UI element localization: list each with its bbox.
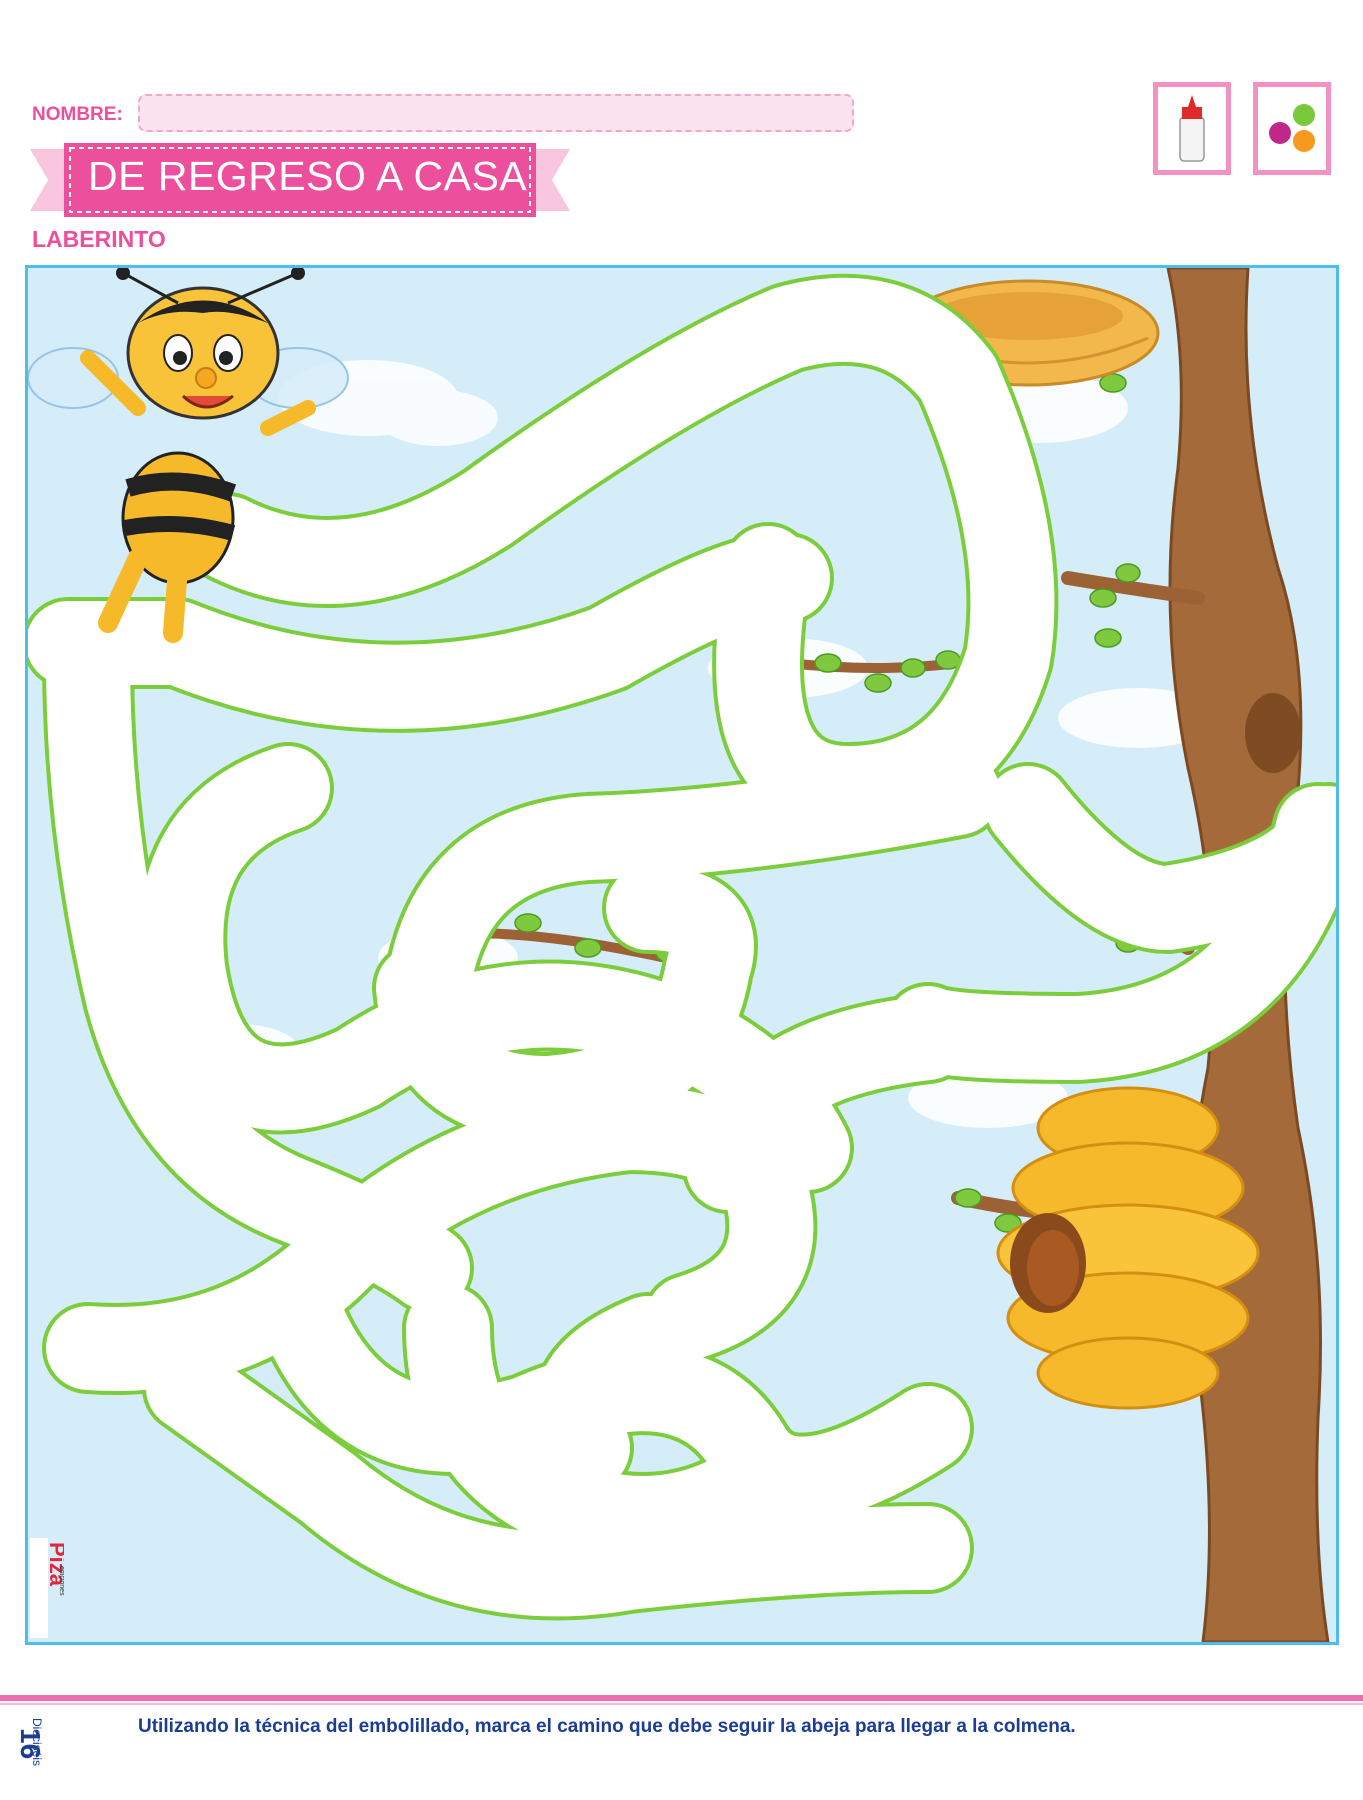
name-label: NOMBRE:: [32, 104, 123, 125]
name-field[interactable]: [138, 94, 854, 132]
maze-area: [25, 265, 1339, 1645]
page-number: 16: [15, 1728, 46, 1760]
page-subtitle: LABERINTO: [32, 226, 166, 252]
footer-divider: [0, 1695, 1363, 1701]
svg-text:ediciones: ediciones: [58, 1566, 64, 1596]
paper-balls-card: [1253, 82, 1331, 175]
page-title: DE REGRESO A CASA: [88, 153, 528, 199]
glue-card: [1153, 82, 1231, 175]
crumpled-paper-balls-icon: [1269, 104, 1315, 152]
instruction-text: Utilizando la técnica del embolillado, m…: [138, 1716, 1076, 1737]
glue-bottle-icon: [1179, 95, 1205, 162]
footer-divider-thin: [0, 1703, 1363, 1705]
piza-logo: Piza ediciones: [30, 1538, 64, 1638]
